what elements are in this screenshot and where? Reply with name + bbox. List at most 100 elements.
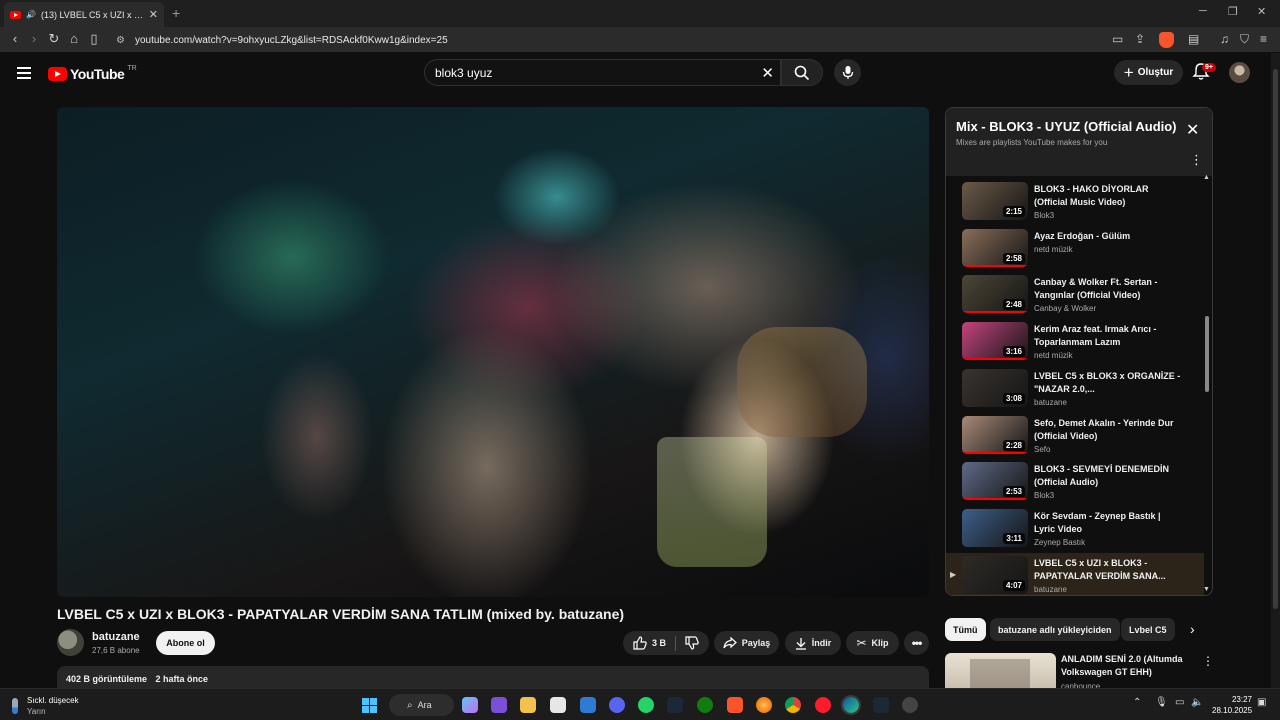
voice-search-button[interactable] <box>834 59 861 86</box>
menu-icon[interactable]: ≡ <box>1260 32 1267 46</box>
playlist-item-thumbnail[interactable]: 2:15 <box>962 182 1028 220</box>
tray-mic-icon[interactable]: 🎙 <box>1155 697 1168 708</box>
page-scrollbar-thumb[interactable] <box>1273 69 1278 609</box>
chip-uploader[interactable]: batuzane adlı yükleyiciden <box>990 618 1120 641</box>
search-input[interactable]: blok3 uyuz ✕ <box>424 59 781 86</box>
playlist-scrollbar[interactable] <box>1205 316 1209 392</box>
chevron-right-icon[interactable]: › <box>1190 621 1195 637</box>
playlist-item-thumbnail[interactable]: 4:07 <box>962 555 1028 594</box>
volume-icon[interactable]: 🔈 <box>1191 697 1203 708</box>
playlist-item[interactable]: 2:53 BLOK3 - SEVMEYİ DENEMEDİN (Official … <box>946 459 1204 505</box>
minimize-icon[interactable]: ─ <box>1199 5 1207 17</box>
account-avatar[interactable] <box>1229 62 1250 83</box>
close-playlist-icon[interactable]: ✕ <box>1186 120 1199 140</box>
copilot-icon[interactable] <box>462 697 478 713</box>
playlist-item-thumbnail[interactable]: 3:11 <box>962 508 1028 547</box>
chip-lvbel-c5[interactable]: Lvbel C5 <box>1121 618 1175 641</box>
playlist-item[interactable]: 3:11 Kör Sevdam - Zeynep Bastık | Lyric V… <box>946 506 1204 552</box>
media-icon[interactable]: ♫ <box>1220 32 1229 46</box>
edge-icon[interactable] <box>841 695 861 715</box>
store-icon[interactable] <box>550 697 566 713</box>
app-notification-icon[interactable] <box>902 697 918 713</box>
playlist-item[interactable]: 2:58 Ayaz Erdoğan - Gülüm netd müzik <box>946 226 1204 272</box>
chip-all[interactable]: Tümü <box>945 618 986 641</box>
create-button[interactable]: + Oluştur <box>1114 60 1183 85</box>
playlist-panel: Mix - BLOK3 - UYUZ (Official Audio) Mixe… <box>945 107 1213 596</box>
playlist-item-thumbnail[interactable]: 3:08 <box>962 368 1028 407</box>
site-info-icon[interactable]: ⚙ <box>116 35 125 46</box>
channel-avatar[interactable] <box>57 629 84 656</box>
scissors-icon: ✂ <box>856 636 867 650</box>
reload-icon[interactable]: ↻ <box>45 31 63 47</box>
download-button[interactable]: İndir <box>785 631 841 655</box>
playlist-item-thumbnail[interactable]: 2:53 <box>962 462 1028 501</box>
playlist-item-thumbnail[interactable]: 2:48 <box>962 275 1028 314</box>
bookmark-icon[interactable]: ▯ <box>85 31 103 47</box>
share-button[interactable]: Paylaş <box>714 631 779 655</box>
subscribe-button[interactable]: Abone ol <box>156 631 215 655</box>
file-explorer-icon[interactable] <box>520 697 536 713</box>
recommendation-thumbnail[interactable] <box>945 653 1056 689</box>
home-icon[interactable]: ⌂ <box>65 31 83 46</box>
share-page-icon[interactable]: ⇪ <box>1135 32 1145 46</box>
speaker-icon[interactable]: 🔊 <box>26 10 36 19</box>
playlist-item-thumbnail[interactable]: 2:28 <box>962 415 1028 454</box>
browser-tab[interactable]: 🔊 (13) LVBEL C5 x UZI x BLOK3 ✕ <box>4 2 164 27</box>
recommendation-title[interactable]: ANLADIM SENİ 2.0 (Altumda Volkswagen GT … <box>1061 653 1191 679</box>
tray-overflow-icon[interactable]: ⌃ <box>1133 697 1141 708</box>
clip-button[interactable]: ✂ Klip <box>846 631 899 655</box>
playlist-title[interactable]: Mix - BLOK3 - UYUZ (Official Audio) <box>956 119 1177 134</box>
tab-close-icon[interactable]: ✕ <box>149 8 158 21</box>
brave-shields-icon[interactable] <box>1159 32 1174 48</box>
scroll-up-arrow-icon[interactable]: ▲ <box>1203 174 1210 181</box>
video-player[interactable] <box>57 107 929 597</box>
channel-name[interactable]: batuzane <box>92 631 140 643</box>
scroll-down-arrow-icon[interactable]: ▼ <box>1203 586 1210 593</box>
opera-icon[interactable] <box>815 697 831 713</box>
playlist-item[interactable]: 2:28 Sefo, Demet Akalın - Yerinde Dur (Of… <box>946 413 1204 459</box>
search-button[interactable] <box>781 59 823 86</box>
taskbar-clock[interactable]: 23:27 28.10.2025 <box>1212 694 1252 716</box>
more-actions-button[interactable]: ••• <box>904 631 929 655</box>
taskbar-search[interactable]: ⌕ Ara <box>389 694 454 716</box>
outlook-icon[interactable] <box>580 697 596 713</box>
window-close-icon[interactable]: ✕ <box>1257 5 1266 18</box>
page-scrollbar[interactable] <box>1271 53 1280 688</box>
address-bar[interactable]: ⚙ youtube.com/watch?v=9ohxyucLZkg&list=R… <box>110 30 1182 50</box>
thumbs-down-icon[interactable] <box>685 636 699 650</box>
forward-icon[interactable]: › <box>25 31 43 46</box>
chrome-icon[interactable] <box>785 697 801 713</box>
vpn-shield-icon[interactable]: ⛉ <box>1240 32 1249 47</box>
playlist-item-thumbnail[interactable]: 3:16 <box>962 322 1028 361</box>
network-icon[interactable]: ▭ <box>1175 697 1184 708</box>
playlist-item[interactable]: 2:15 BLOK3 - HAKO DİYORLAR (Official Musi… <box>946 179 1204 225</box>
new-tab-button[interactable]: + <box>172 5 180 21</box>
playlist-item[interactable]: 2:48 Canbay & Wolker Ft. Sertan - Yangınl… <box>946 272 1204 318</box>
clear-search-icon[interactable]: ✕ <box>761 64 774 82</box>
playlist-more-icon[interactable]: ⋮ <box>1190 153 1203 166</box>
whatsapp-icon[interactable] <box>638 697 654 713</box>
notification-center-icon[interactable]: ▣ <box>1257 697 1266 708</box>
playlist-item[interactable]: 3:08 LVBEL C5 x BLOK3 x ORGANİZE - "NAZAR… <box>946 366 1204 412</box>
weather-widget[interactable]: Sıckl. düşecek Yarın <box>12 695 79 717</box>
sidebar-icon[interactable]: ▤ <box>1188 32 1199 46</box>
steam-icon[interactable] <box>667 697 683 713</box>
discord-icon[interactable] <box>609 697 625 713</box>
cast-icon[interactable]: ▭ <box>1112 32 1123 46</box>
playlist-item-duration: 2:15 <box>1002 206 1025 217</box>
firefox-icon[interactable] <box>756 697 772 713</box>
steam-running-icon[interactable] <box>873 697 889 713</box>
xbox-icon[interactable] <box>697 697 713 713</box>
playlist-item[interactable]: 3:16 Kerim Araz feat. Irmak Arıcı - Topar… <box>946 319 1204 365</box>
like-button[interactable]: 3 B <box>633 636 666 650</box>
hamburger-menu-icon[interactable] <box>17 67 31 79</box>
app-icon[interactable] <box>491 697 507 713</box>
playlist-item-thumbnail[interactable]: 2:58 <box>962 228 1028 267</box>
recommendation-more-icon[interactable]: ⋮ <box>1202 654 1214 668</box>
start-button-icon[interactable] <box>362 698 377 713</box>
back-icon[interactable]: ‹ <box>6 31 24 46</box>
restore-icon[interactable]: ❐ <box>1228 5 1238 18</box>
playlist-item[interactable]: ▶ 4:07 LVBEL C5 x UZI x BLOK3 - PAPATYALAR… <box>946 552 1204 595</box>
brave-browser-icon[interactable] <box>727 697 743 713</box>
youtube-logo[interactable]: YouTube TR <box>48 65 137 82</box>
